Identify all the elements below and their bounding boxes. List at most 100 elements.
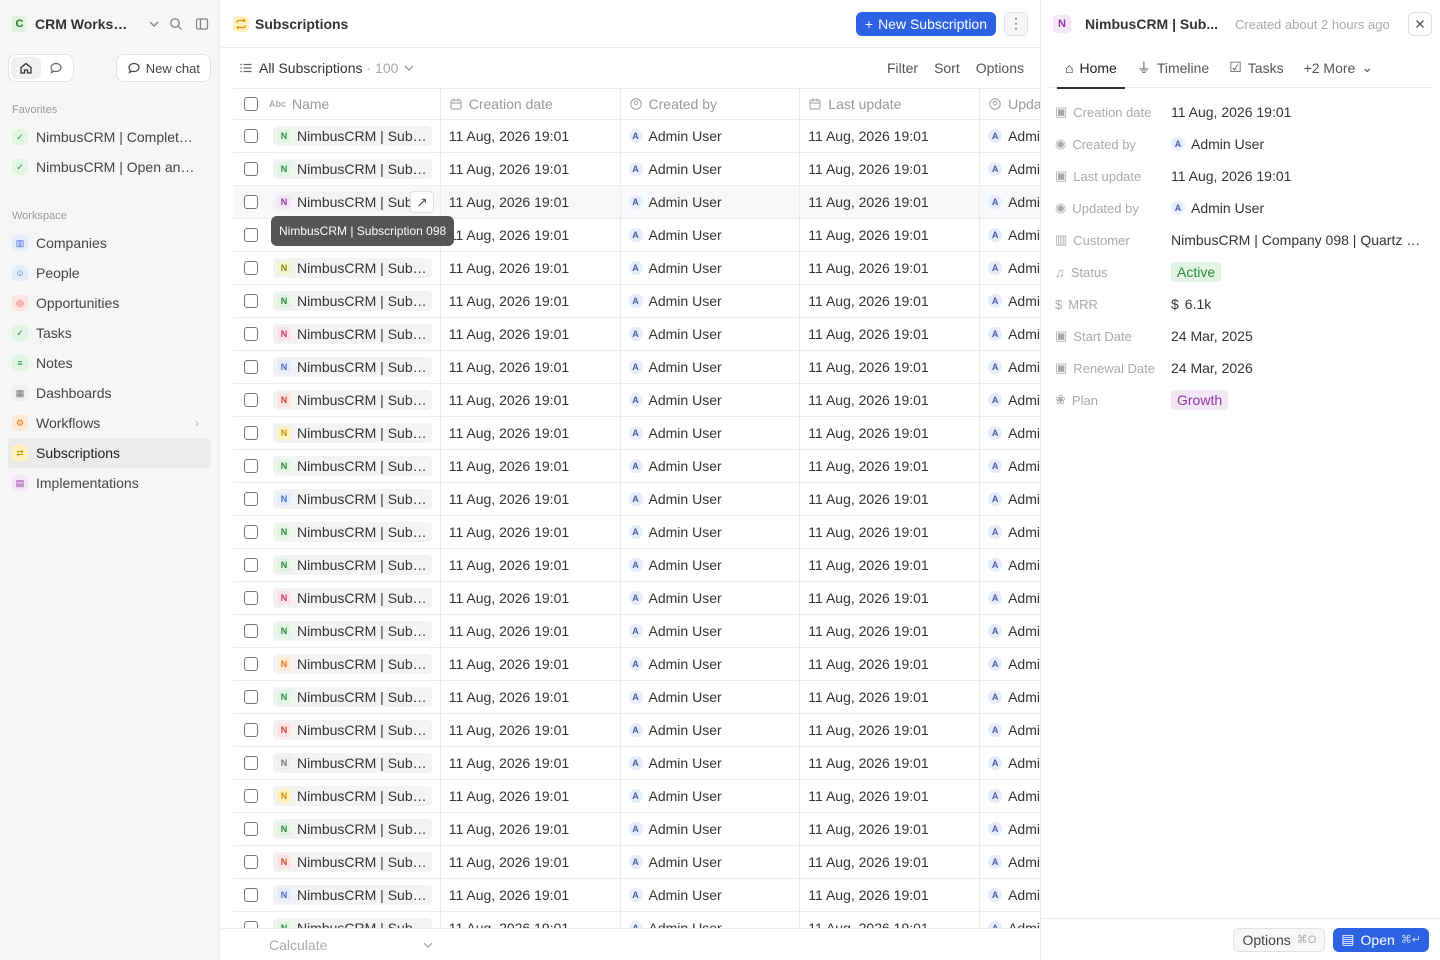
creation-date-cell[interactable]: 11 Aug, 2026 19:01 [441,780,621,812]
name-cell[interactable]: N NimbusCRM | Subscrip... [269,912,441,928]
tab-home[interactable]: ⌂ Home [1057,48,1125,89]
creation-date-cell[interactable]: 11 Aug, 2026 19:01 [441,615,621,647]
updated-by-cell[interactable]: AAdmin [980,219,1040,251]
last-update-cell[interactable]: 11 Aug, 2026 19:01 [800,780,981,812]
updated-by-cell[interactable]: AAdmin [980,483,1040,515]
table-row[interactable]: N NimbusCRM | Subscrip... 11 Aug, 2026 19:… [233,648,1040,681]
creation-date-cell[interactable]: 11 Aug, 2026 19:01 [441,219,621,251]
name-cell[interactable]: N NimbusCRM | Subscrip... [269,714,441,746]
last-update-cell[interactable]: 11 Aug, 2026 19:01 [800,846,981,878]
created-by-cell[interactable]: A Admin User [621,912,801,928]
created-by-cell[interactable]: A Admin User [621,714,801,746]
field-value[interactable]: 11 Aug, 2026 19:01 [1171,168,1291,184]
created-by-cell[interactable]: A Admin User [621,681,801,713]
creation-date-cell[interactable]: 11 Aug, 2026 19:01 [441,681,621,713]
record-chip[interactable]: N NimbusCRM | Subscrip... [272,423,432,443]
record-chip[interactable]: N NimbusCRM | Subscrip... [272,456,432,476]
row-checkbox[interactable] [243,723,258,737]
tab-tasks[interactable]: ☑ Tasks [1221,48,1291,88]
record-chip[interactable]: N NimbusCRM | Subscrip... [272,753,432,773]
field-value[interactable]: Growth [1171,390,1229,410]
updated-by-cell[interactable]: AAdmin [980,780,1040,812]
row-checkbox[interactable] [243,921,258,928]
creation-date-cell[interactable]: 11 Aug, 2026 19:01 [441,582,621,614]
tab-timeline[interactable]: ⏚ Timeline [1129,48,1217,88]
name-cell[interactable]: N NimbusCRM | Subscrip... [269,351,441,383]
sort-button[interactable]: Sort [934,60,960,76]
updated-by-cell[interactable]: AAdmin [980,714,1040,746]
name-cell[interactable]: N NimbusCRM | Subscrip... [269,384,441,416]
created-by-cell[interactable]: A Admin User [621,384,801,416]
creation-date-cell[interactable]: 11 Aug, 2026 19:01 [441,417,621,449]
table-row[interactable]: N NimbusCRM | Subscrip... 11 Aug, 2026 19:… [233,780,1040,813]
creation-date-cell[interactable]: 11 Aug, 2026 19:01 [441,549,621,581]
updated-by-cell[interactable]: AAdmin [980,648,1040,680]
open-record-icon[interactable]: ↗ [410,191,434,213]
table-row[interactable]: N NimbusCRM | Subscrip... 11 Aug, 2026 19:… [233,912,1040,928]
table-row[interactable]: N NimbusCRM | Subscrip... 11 Aug, 2026 19:… [233,153,1040,186]
table-row[interactable]: N NimbusCRM | Subscrip... 11 Aug, 2026 19:… [233,318,1040,351]
record-chip[interactable]: N NimbusCRM | Subscrip... [272,126,432,146]
table-row[interactable]: N NimbusCRM | Subscrip... 11 Aug, 2026 19:… [233,285,1040,318]
name-cell[interactable]: N NimbusCRM | Subscrip... [269,615,441,647]
name-cell[interactable]: N NimbusCRM | Subscrip... [269,780,441,812]
created-by-cell[interactable]: A Admin User [621,780,801,812]
row-checkbox[interactable] [243,228,258,242]
sidebar-item-tasks[interactable]: ✓ Tasks [8,318,211,348]
updated-by-cell[interactable]: AAdmin [980,120,1040,152]
creation-date-cell[interactable]: 11 Aug, 2026 19:01 [441,912,621,928]
record-chip[interactable]: N NimbusCRM | Subscrip... [272,852,432,872]
row-checkbox[interactable] [243,756,258,770]
row-checkbox[interactable] [243,294,258,308]
row-checkbox[interactable] [243,492,258,506]
record-chip[interactable]: N NimbusCRM | Subscrip... [272,918,432,928]
created-by-cell[interactable]: A Admin User [621,153,801,185]
row-checkbox[interactable] [243,888,258,902]
creation-date-cell[interactable]: 11 Aug, 2026 19:01 [441,318,621,350]
record-chip[interactable]: N NimbusCRM | Subscrip... [272,555,432,575]
updated-by-cell[interactable]: AAdmin [980,549,1040,581]
row-checkbox[interactable] [243,558,258,572]
creation-date-cell[interactable]: 11 Aug, 2026 19:01 [441,747,621,779]
last-update-cell[interactable]: 11 Aug, 2026 19:01 [800,912,981,928]
created-by-cell[interactable]: A Admin User [621,747,801,779]
row-checkbox[interactable] [243,195,258,209]
last-update-cell[interactable]: 11 Aug, 2026 19:01 [800,681,981,713]
workspace-name[interactable]: CRM Worksp... [35,16,133,32]
table-row[interactable]: N NimbusCRM | Subscrip... 11 Aug, 2026 19:… [233,417,1040,450]
name-cell[interactable]: N NimbusCRM | Subscrip... [269,417,441,449]
row-checkbox[interactable] [243,657,258,671]
chevron-down-icon[interactable] [147,17,161,31]
chevron-right-icon[interactable]: › [195,416,199,430]
creation-date-cell[interactable]: 11 Aug, 2026 19:01 [441,351,621,383]
creation-date-cell[interactable]: 11 Aug, 2026 19:01 [441,846,621,878]
name-cell[interactable]: N NimbusCRM | Subscrip... [269,681,441,713]
last-update-cell[interactable]: 11 Aug, 2026 19:01 [800,549,981,581]
updated-by-cell[interactable]: AAdmin [980,450,1040,482]
updated-by-cell[interactable]: AAdmin [980,285,1040,317]
updated-by-cell[interactable]: AAdmin [980,813,1040,845]
table-row[interactable]: N NimbusCRM | Subscrip... 11 Aug, 2026 19:… [233,846,1040,879]
column-header-last-update[interactable]: Last update [800,89,981,119]
field-value[interactable]: NimbusCRM | Company 098 | Quartz H... [1171,232,1427,248]
last-update-cell[interactable]: 11 Aug, 2026 19:01 [800,483,981,515]
creation-date-cell[interactable]: 11 Aug, 2026 19:01 [441,483,621,515]
name-cell[interactable]: N NimbusCRM | Subscrip... [269,549,441,581]
field-value[interactable]: Active [1171,262,1222,282]
sidebar-toggle-icon[interactable] [195,17,209,31]
row-checkbox[interactable] [243,855,258,869]
updated-by-cell[interactable]: AAdmin [980,384,1040,416]
updated-by-cell[interactable]: AAdmin [980,747,1040,779]
table-row[interactable]: N NimbusCRM | Subs 11 Aug, 2026 19:01 A Admi… [233,186,1040,219]
created-by-cell[interactable]: A Admin User [621,615,801,647]
row-checkbox[interactable] [243,525,258,539]
updated-by-cell[interactable]: AAdmin [980,615,1040,647]
updated-by-cell[interactable]: AAdmin [980,252,1040,284]
field-value[interactable]: $6.1k [1171,296,1211,312]
sidebar-item-workflows[interactable]: ⚙ Workflows › [8,408,211,438]
row-checkbox[interactable] [243,162,258,176]
record-title[interactable]: NimbusCRM | Sub... [1085,16,1218,32]
row-checkbox[interactable] [243,426,258,440]
creation-date-cell[interactable]: 11 Aug, 2026 19:01 [441,285,621,317]
record-chip[interactable]: N NimbusCRM | Subscrip... [272,324,432,344]
